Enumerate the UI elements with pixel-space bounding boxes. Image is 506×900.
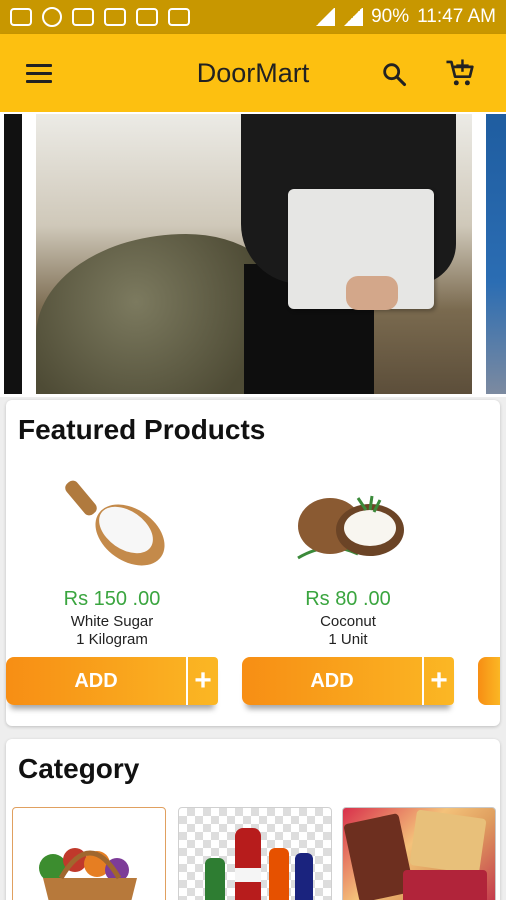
category-tile-vegetables[interactable] [12,807,166,900]
youtube-icon [104,8,126,26]
add-to-cart-button[interactable]: ADD + [242,657,454,705]
banner-hand [346,276,398,310]
add-to-cart-button[interactable]: ADD + [6,657,218,705]
banner-prev-slide[interactable] [4,114,22,394]
clock: 11:47 AM [417,6,496,27]
banner-carousel[interactable] [0,112,506,397]
category-card: Category [6,739,500,900]
message-icon [10,8,32,26]
product-unit: 1 Kilogram [76,631,148,648]
product-price: Rs 150 .00 [63,588,161,610]
section-title-featured: Featured Products [18,414,266,445]
beverage-bottles-image [205,828,313,900]
search-icon[interactable] [380,60,408,88]
add-button-label: ADD [310,669,354,692]
category-tile-snacks[interactable] [342,807,496,900]
gallery-icon [72,8,94,26]
plus-icon[interactable]: + [422,657,454,705]
product-card[interactable]: Rs 150 .00 White Sugar 1 Kilogram ADD + [6,470,218,710]
status-bar: 90% 11:47 AM [0,0,506,34]
product-name: Coconut [320,613,376,630]
product-name: White Sugar [70,613,154,630]
facebook-icon [136,8,158,26]
featured-products-card: Featured Products Rs 150 .00 White Sugar… [6,400,500,726]
battery-percent: 90% [371,6,410,27]
signal-icon [315,8,336,26]
app-title: DoorMart [196,58,310,88]
coconut-image [297,495,404,560]
notification-icons [10,7,190,27]
product-price: Rs 80 .00 [305,588,391,610]
section-title-category: Category [18,753,140,784]
next-product-peek[interactable] [478,657,500,705]
product-unit: 1 Unit [328,631,368,648]
snack-packs-image [344,809,487,900]
cart-add-icon[interactable] [444,58,476,88]
banner-next-slide[interactable] [486,114,506,394]
banner-image[interactable] [36,114,472,394]
sugar-scoop-image [65,480,165,566]
add-button-label: ADD [74,669,118,692]
vibrate-icon [168,8,190,26]
whatsapp-icon [42,7,62,27]
app-bar: DoorMart [0,34,506,112]
signal-icon-2 [343,8,364,26]
vegetable-basket-image [39,848,137,900]
plus-icon[interactable]: + [186,657,218,705]
category-tile-beverages[interactable] [178,807,332,900]
product-card[interactable]: Rs 80 .00 Coconut 1 Unit ADD + [242,470,454,710]
